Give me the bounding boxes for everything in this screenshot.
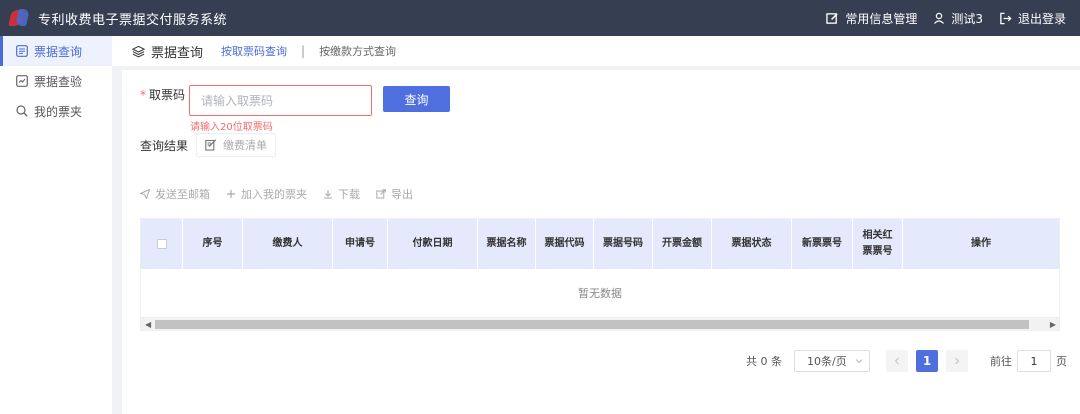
column-header: 操作 xyxy=(971,238,991,249)
logout-icon xyxy=(1000,12,1012,24)
add-to-folder-button[interactable]: 加入我的票夹 xyxy=(226,186,307,202)
column-header: 票据名称 xyxy=(478,219,536,269)
download-button[interactable]: 下载 xyxy=(323,186,360,202)
export-label: 导出 xyxy=(391,188,413,201)
check-chart-icon xyxy=(16,75,28,87)
column-header: 缴费人 xyxy=(243,219,333,269)
chevron-right-icon xyxy=(955,357,960,365)
empty-state: 暂无数据 xyxy=(578,287,622,300)
download-label: 下载 xyxy=(338,188,360,201)
app-logo xyxy=(8,7,30,29)
edit-icon xyxy=(826,12,838,24)
export-button[interactable]: 导出 xyxy=(376,186,413,202)
sidebar-item-label: 票据查询 xyxy=(34,44,83,59)
select-all-cell xyxy=(141,219,183,269)
page-suffix: 页 xyxy=(1056,355,1067,368)
pickup-code-label-row: * 取票码 xyxy=(140,86,185,103)
total-count: 共 0 条 xyxy=(746,355,782,368)
page-size-select[interactable]: 10条/页 xyxy=(794,350,870,372)
user-menu[interactable]: 测试3 xyxy=(933,10,983,27)
sidebar-item-label: 票据查验 xyxy=(34,74,83,89)
export-icon xyxy=(376,189,386,199)
table-header: 序号 缴费人 申请号 付款日期 票据名称 票据代码 票据号码 开票金额 票据状态… xyxy=(141,219,1059,269)
pickup-code-input[interactable] xyxy=(189,85,372,116)
search-icon xyxy=(16,105,28,117)
result-row: 查询结果 缴费清单 xyxy=(140,133,277,157)
layers-icon xyxy=(132,45,145,58)
common-info-button[interactable]: 常用信息管理 xyxy=(826,10,917,27)
pickup-code-label: 取票码 xyxy=(149,88,186,102)
main-content: * 取票码 查询 请输入20位取票码 查询结果 缴费清单 发送至邮箱 加入我的票… xyxy=(122,70,1080,414)
bill-table: 序号 缴费人 申请号 付款日期 票据名称 票据代码 票据号码 开票金额 票据状态… xyxy=(140,218,1060,331)
send-icon xyxy=(140,189,150,199)
column-header: 相关红票票号 xyxy=(853,219,903,269)
result-label: 查询结果 xyxy=(140,138,189,153)
column-header: 新票票号 xyxy=(792,219,853,269)
logout-button[interactable]: 退出登录 xyxy=(999,10,1066,27)
common-info-label: 常用信息管理 xyxy=(845,11,918,26)
send-email-label: 发送至邮箱 xyxy=(155,188,210,201)
sidebar-item-bill-query[interactable]: 票据查询 xyxy=(0,36,112,66)
top-bar: 专利收费电子票据交付服务系统 常用信息管理 测试3 退出登录 xyxy=(0,0,1080,36)
sidebar-item-my-folder[interactable]: 我的票夹 xyxy=(0,96,112,126)
input-error-message: 请输入20位取票码 xyxy=(190,122,273,133)
download-icon xyxy=(324,190,332,199)
chevron-down-icon xyxy=(855,359,863,364)
column-header: 开票金额 xyxy=(653,219,712,269)
column-header: 票据号码 xyxy=(594,219,653,269)
edit-doc-icon xyxy=(205,139,217,151)
tab-by-payment-method[interactable]: 按缴款方式查询 xyxy=(319,43,396,59)
page-title-label: 票据查询 xyxy=(151,45,204,61)
pagination: 共 0 条 10条/页 1 前往 页 xyxy=(746,350,1067,372)
sidebar-item-label: 我的票夹 xyxy=(34,104,83,119)
column-header: 序号 xyxy=(183,219,243,269)
column-header: 票据代码 xyxy=(536,219,594,269)
scroll-left-arrow-icon[interactable]: ◀ xyxy=(145,320,151,329)
app-title: 专利收费电子票据交付服务系统 xyxy=(38,12,228,28)
required-mark: * xyxy=(140,87,146,102)
column-header: 付款日期 xyxy=(388,219,478,269)
prev-page-button[interactable] xyxy=(886,350,908,372)
tab-by-pickup-code[interactable]: 按取票码查询 xyxy=(221,43,287,59)
page-size-value: 10条/页 xyxy=(807,355,847,368)
page-title: 票据查询 xyxy=(132,42,203,61)
header-actions: 常用信息管理 测试3 退出登录 xyxy=(810,0,1066,36)
chevron-left-icon xyxy=(894,357,899,365)
goto-page-input[interactable] xyxy=(1017,350,1051,372)
fee-list-label: 缴费清单 xyxy=(223,139,268,152)
action-toolbar: 发送至邮箱 加入我的票夹 下载 导出 xyxy=(140,186,429,202)
plus-icon xyxy=(227,190,235,198)
next-page-button[interactable] xyxy=(946,350,968,372)
select-all-checkbox[interactable] xyxy=(156,239,167,249)
scroll-right-arrow-icon[interactable]: ▶ xyxy=(1050,320,1056,329)
doc-list-icon xyxy=(16,45,28,57)
column-header: 票据状态 xyxy=(712,219,792,269)
logout-label: 退出登录 xyxy=(1017,11,1066,26)
page-number-button[interactable]: 1 xyxy=(916,350,938,372)
column-header: 申请号 xyxy=(333,219,388,269)
fee-list-button[interactable]: 缴费清单 xyxy=(196,133,277,157)
sidebar-item-bill-verify[interactable]: 票据查验 xyxy=(0,66,112,96)
send-email-button[interactable]: 发送至邮箱 xyxy=(140,186,210,202)
goto-label: 前往 xyxy=(990,355,1012,368)
user-icon xyxy=(934,12,945,24)
tab-bar: 票据查询 按取票码查询 | 按缴款方式查询 xyxy=(112,36,1080,66)
add-to-folder-label: 加入我的票夹 xyxy=(241,188,307,201)
scrollbar-thumb[interactable] xyxy=(155,320,1029,329)
tab-separator: | xyxy=(301,44,306,58)
sidebar: 票据查询 票据查验 我的票夹 xyxy=(0,36,112,414)
search-button[interactable]: 查询 xyxy=(383,86,450,112)
user-name: 测试3 xyxy=(951,11,983,26)
horizontal-scrollbar[interactable]: ◀ ▶ xyxy=(141,317,1059,330)
